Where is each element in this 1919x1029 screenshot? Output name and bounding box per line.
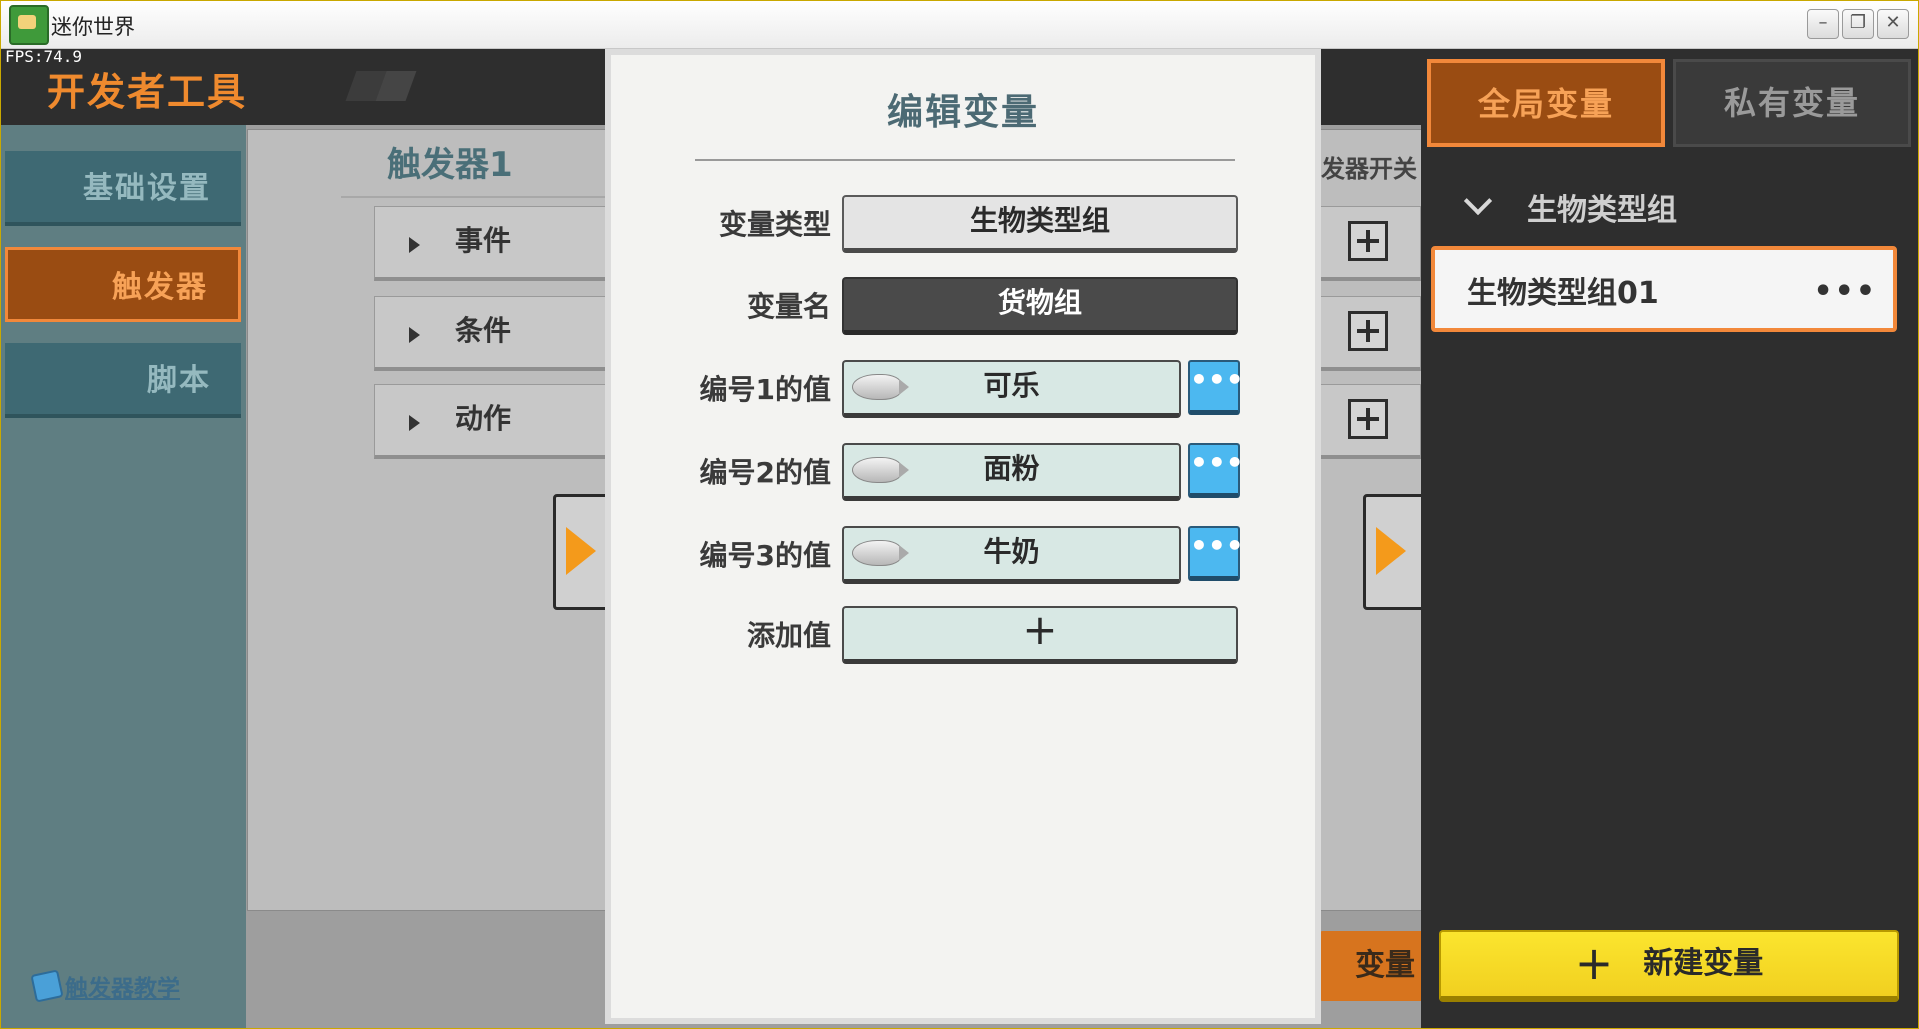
variable-list-item[interactable]: 生物类型组01 •••	[1431, 246, 1897, 332]
app-frame: 迷你世界 – ❐ ✕ FPS:74.9 开发者工具 基础设置 触发器 脚本 触发…	[0, 0, 1919, 1029]
book-icon	[30, 969, 64, 1003]
add-condition-row	[1317, 296, 1421, 371]
restore-button[interactable]: ❐	[1842, 9, 1874, 39]
add-event-row	[1317, 206, 1421, 281]
variable-name-label: 变量名	[746, 290, 831, 323]
divider	[695, 159, 1235, 161]
tab-private-variables[interactable]: 私有变量	[1673, 59, 1911, 147]
trigger-row-event[interactable]: 事件	[374, 206, 619, 281]
new-variable-button[interactable]: + 新建变量	[1439, 930, 1899, 1002]
creature-icon	[852, 457, 909, 483]
sidebar-item-trigger[interactable]: 触发器	[5, 247, 241, 322]
variable-item-label: 生物类型组01	[1467, 276, 1659, 311]
tab-global-variables[interactable]: 全局变量	[1427, 59, 1665, 147]
left-sidebar: 基础设置 触发器 脚本	[1, 125, 246, 1028]
add-event-button[interactable]	[1348, 221, 1388, 261]
app-logo-icon	[9, 5, 49, 45]
trigger-switch-label: 发器开关	[1321, 155, 1417, 183]
trigger-row-label: 动作	[455, 402, 512, 435]
value-2-field[interactable]: 面粉	[842, 443, 1181, 501]
value-1-label: 编号1的值	[699, 373, 831, 406]
trigger-name: 触发器1	[387, 145, 513, 185]
add-action-button[interactable]	[1348, 399, 1388, 439]
window-title: 迷你世界	[51, 15, 135, 39]
expand-arrow-icon	[409, 415, 420, 431]
sidebar-item-basic-settings[interactable]: 基础设置	[5, 151, 241, 226]
trigger-tutorial-link[interactable]: 触发器教学	[30, 969, 180, 1003]
variable-button[interactable]: 变量	[1317, 931, 1421, 1001]
divider	[341, 196, 611, 198]
variable-type-select[interactable]: 生物类型组	[842, 195, 1238, 253]
page-title: 开发者工具	[47, 70, 248, 114]
creature-icon	[852, 374, 909, 400]
variable-name-input[interactable]: 货物组	[842, 277, 1238, 335]
creature-icon	[852, 540, 909, 566]
value-3-text: 牛奶	[983, 535, 1040, 568]
title-bar: 迷你世界 – ❐ ✕	[1, 1, 1918, 49]
value-1-more-button[interactable]: •••	[1188, 360, 1244, 415]
variable-group-label[interactable]: 生物类型组	[1527, 185, 1677, 229]
value-1-text: 可乐	[983, 369, 1040, 402]
minimize-button[interactable]: –	[1807, 9, 1839, 39]
value-3-field[interactable]: 牛奶	[842, 526, 1181, 584]
trigger-row-condition[interactable]: 条件	[374, 296, 619, 371]
expand-arrow-icon	[409, 327, 420, 343]
value-2-more-button[interactable]: •••	[1188, 443, 1244, 498]
dialog-title: 编辑变量	[886, 92, 1039, 133]
trigger-row-label: 事件	[455, 224, 512, 257]
variable-more-icon[interactable]: •••	[1813, 274, 1877, 309]
value-2-text: 面粉	[983, 452, 1040, 485]
value-3-more-button[interactable]: •••	[1188, 526, 1244, 581]
header-dark-strip	[1319, 49, 1421, 125]
add-action-row	[1317, 384, 1421, 459]
expand-arrow-icon	[409, 237, 420, 253]
close-button[interactable]: ✕	[1877, 9, 1909, 39]
add-condition-button[interactable]	[1348, 311, 1388, 351]
variable-type-label: 变量类型	[718, 208, 831, 241]
value-1-field[interactable]: 可乐	[842, 360, 1181, 418]
new-variable-label: 新建变量	[1643, 946, 1764, 981]
plus-icon: +	[1574, 936, 1614, 990]
plus-icon: +	[1022, 605, 1058, 654]
trigger-row-action[interactable]: 动作	[374, 384, 619, 459]
sidebar-item-script[interactable]: 脚本	[5, 343, 241, 418]
value-3-label: 编号3的值	[699, 539, 831, 572]
value-2-label: 编号2的值	[699, 456, 831, 489]
play-arrow-button-right[interactable]	[1363, 494, 1427, 610]
edit-variable-dialog: 编辑变量 变量类型 生物类型组 变量名 货物组 编号1的值 可乐 ••• 编号2…	[605, 49, 1321, 1024]
trigger-row-label: 条件	[455, 314, 512, 347]
add-value-button[interactable]: +	[842, 606, 1238, 664]
tutorial-label: 触发器教学	[65, 976, 180, 1002]
add-value-label: 添加值	[746, 619, 831, 652]
